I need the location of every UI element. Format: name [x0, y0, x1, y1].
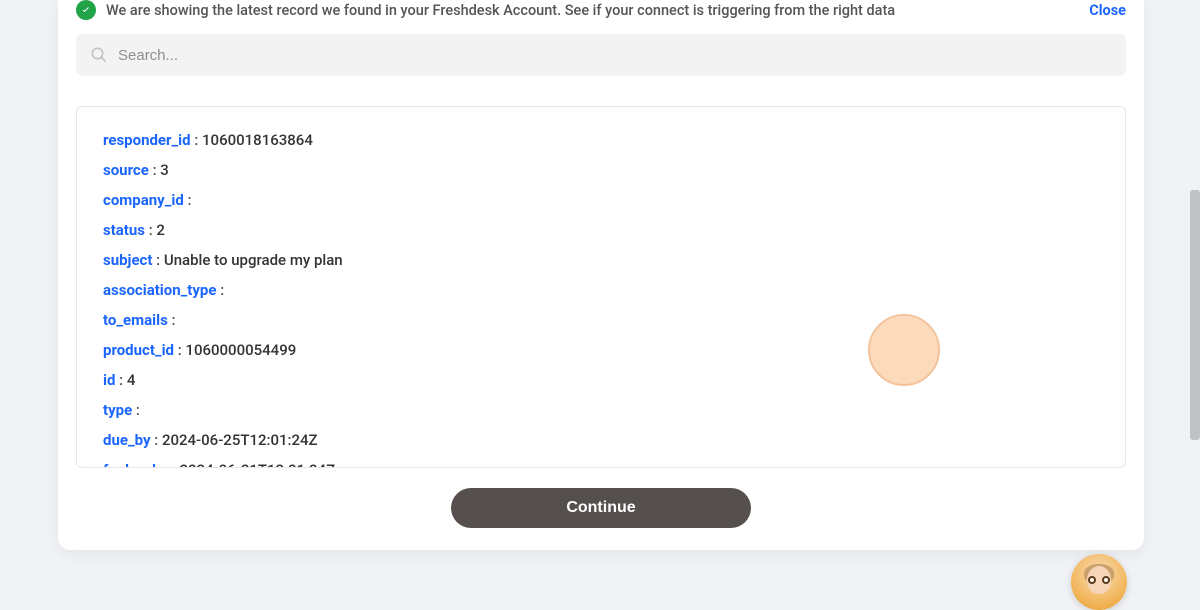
record-scroll-area[interactable]: responder_id : 1060018163864source : 3co… [77, 107, 1125, 467]
assistant-avatar-bubble[interactable] [1071, 554, 1127, 610]
record-field-key: fr_due_by [103, 461, 168, 467]
record-field-row: id : 4 [103, 365, 1099, 395]
record-field-separator: : [152, 251, 163, 269]
record-field-key: id [103, 371, 115, 389]
record-field-row: responder_id : 1060018163864 [103, 125, 1099, 155]
record-field-separator: : [115, 371, 126, 389]
record-field-value: Unable to upgrade my plan [164, 251, 343, 269]
record-field-row: source : 3 [103, 155, 1099, 185]
record-field-separator: : [145, 221, 156, 239]
record-field-separator: : [168, 461, 179, 467]
record-field-separator: : [216, 281, 224, 299]
record-field-row: product_id : 1060000054499 [103, 335, 1099, 365]
record-field-row: type : [103, 395, 1099, 425]
avatar-face-icon [1079, 562, 1119, 602]
page-scrollbar-thumb[interactable] [1190, 190, 1200, 440]
record-field-value: 2024-06-25T12:01:24Z [162, 431, 318, 449]
record-field-value: 1060018163864 [202, 131, 313, 149]
record-field-key: product_id [103, 341, 174, 359]
record-field-key: company_id [103, 191, 184, 209]
record-field-separator: : [191, 131, 202, 149]
record-field-separator: : [174, 341, 185, 359]
info-banner: We are showing the latest record we foun… [76, 0, 1126, 34]
search-input[interactable] [118, 47, 1112, 64]
record-box: responder_id : 1060018163864source : 3co… [76, 106, 1126, 468]
record-field-value: 4 [127, 371, 136, 389]
record-field-value: 1060000054499 [185, 341, 296, 359]
record-field-row: association_type : [103, 275, 1099, 305]
record-field-row: status : 2 [103, 215, 1099, 245]
record-field-separator: : [149, 161, 160, 179]
record-field-separator: : [184, 191, 192, 209]
close-link[interactable]: Close [1089, 2, 1126, 19]
record-field-row: to_emails : [103, 305, 1099, 335]
record-field-separator: : [132, 401, 140, 419]
search-box[interactable] [76, 34, 1126, 76]
record-preview-card: We are showing the latest record we foun… [58, 0, 1144, 550]
record-field-row: fr_due_by : 2024-06-21T12:01:24Z [103, 455, 1099, 467]
record-field-key: source [103, 161, 149, 179]
search-icon [90, 46, 108, 64]
record-field-separator: : [151, 431, 162, 449]
record-field-key: due_by [103, 431, 151, 449]
record-field-separator: : [168, 311, 176, 329]
record-field-key: to_emails [103, 311, 168, 329]
check-circle-icon [76, 0, 96, 20]
record-field-row: company_id : [103, 185, 1099, 215]
record-field-key: type [103, 401, 132, 419]
info-banner-text: We are showing the latest record we foun… [106, 2, 1079, 19]
record-field-value: 2024-06-21T12:01:24Z [179, 461, 335, 467]
record-field-key: responder_id [103, 131, 191, 149]
record-field-row: subject : Unable to upgrade my plan [103, 245, 1099, 275]
record-field-row: due_by : 2024-06-25T12:01:24Z [103, 425, 1099, 455]
record-field-value: 3 [160, 161, 169, 179]
record-field-key: status [103, 221, 145, 239]
continue-row: Continue [76, 488, 1126, 528]
record-field-value: 2 [156, 221, 165, 239]
record-field-key: association_type [103, 281, 216, 299]
continue-button[interactable]: Continue [451, 488, 751, 528]
record-field-key: subject [103, 251, 152, 269]
